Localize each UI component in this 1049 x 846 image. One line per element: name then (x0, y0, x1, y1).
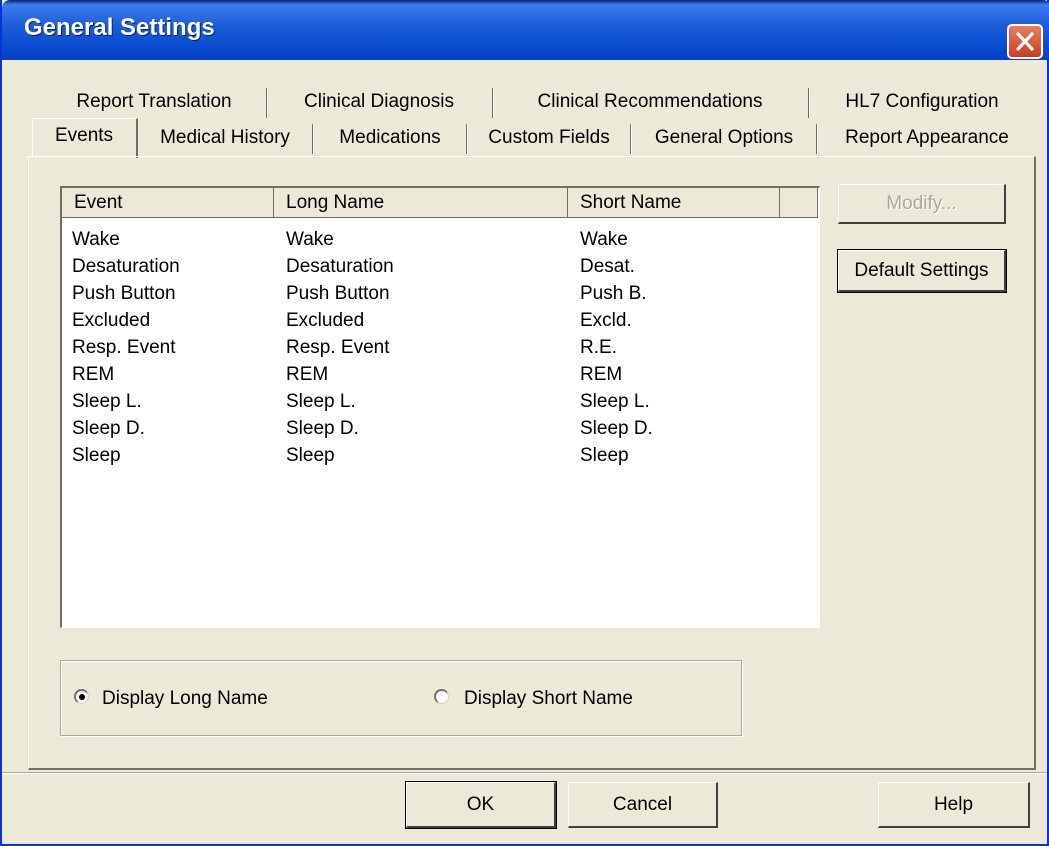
tab-label: Medications (339, 127, 441, 148)
cell-long-name: Excluded (286, 310, 365, 331)
cancel-button[interactable]: Cancel (568, 782, 718, 828)
cell-long-name: Desaturation (286, 256, 394, 277)
cell-event: Excluded (72, 310, 151, 331)
column-header-short-name[interactable]: Short Name (568, 188, 780, 218)
column-header-filler (780, 188, 818, 218)
tab-clinical-recommendations[interactable]: Clinical Recommendations (500, 88, 800, 116)
column-header-label: Event (74, 192, 123, 213)
close-button[interactable] (1007, 24, 1043, 59)
tab-medications[interactable]: Medications (320, 124, 460, 152)
close-icon (1016, 32, 1034, 51)
cell-long-name: Sleep D. (286, 418, 359, 439)
cell-long-name: Wake (286, 229, 334, 250)
tab-separator (630, 124, 632, 154)
tab-report-translation[interactable]: Report Translation (50, 88, 258, 116)
separator-line (2, 772, 1047, 774)
tab-label: Report Appearance (845, 127, 1009, 148)
radio-button-long[interactable] (74, 689, 89, 704)
modify-button-label: Modify... (886, 193, 957, 214)
cell-long-name: Sleep (286, 445, 335, 466)
radio-label-long: Display Long Name (102, 688, 268, 709)
cell-short-name: Desat. (580, 256, 635, 277)
tab-general-options[interactable]: General Options (638, 124, 810, 152)
cell-event: Resp. Event (72, 337, 176, 358)
tab-separator (492, 88, 494, 118)
cell-long-name: Resp. Event (286, 337, 390, 358)
cell-event: Push Button (72, 283, 176, 304)
tab-report-appearance[interactable]: Report Appearance (824, 124, 1030, 152)
cell-event: REM (72, 364, 115, 385)
tab-label: Custom Fields (488, 127, 610, 148)
cell-long-name: Sleep L. (286, 391, 356, 412)
tab-label: Medical History (160, 127, 290, 148)
general-settings-dialog: General Settings Report Translation Clin… (0, 0, 1049, 846)
column-header-label: Long Name (286, 192, 385, 213)
tab-events[interactable]: Events (34, 122, 134, 150)
cell-short-name: Excld. (580, 310, 632, 331)
radio-button-short[interactable] (434, 689, 449, 704)
cell-long-name: REM (286, 364, 329, 385)
cell-event: Sleep L. (72, 391, 142, 412)
column-header-event[interactable]: Event (62, 188, 274, 218)
cell-long-name: Push Button (286, 283, 390, 304)
tab-separator (808, 88, 810, 118)
cell-short-name: REM (580, 364, 623, 385)
ok-button-label: OK (466, 794, 495, 815)
cell-short-name: Sleep L. (580, 391, 650, 412)
cell-short-name: R.E. (580, 337, 617, 358)
ok-button[interactable]: OK (405, 781, 557, 829)
cell-event: Sleep (72, 445, 121, 466)
title-bar[interactable]: General Settings (2, 0, 1049, 60)
cell-event: Wake (72, 229, 120, 250)
cell-short-name: Sleep (580, 445, 629, 466)
tab-label: HL7 Configuration (845, 91, 999, 112)
tab-separator (312, 124, 314, 154)
cell-short-name: Push B. (580, 283, 647, 304)
help-button[interactable]: Help (878, 782, 1030, 828)
tab-label: Clinical Recommendations (537, 91, 763, 112)
tab-label: Events (54, 125, 114, 146)
modify-button[interactable]: Modify... (838, 184, 1006, 224)
tab-clinical-diagnosis[interactable]: Clinical Diagnosis (274, 88, 484, 116)
default-settings-button-label: Default Settings (854, 260, 989, 281)
radio-label-short: Display Short Name (464, 688, 633, 709)
tab-label: Report Translation (76, 91, 232, 112)
window-title: General Settings (24, 14, 215, 41)
help-button-label: Help (933, 794, 974, 815)
tab-custom-fields[interactable]: Custom Fields (474, 124, 624, 152)
cancel-button-label: Cancel (612, 794, 673, 815)
tab-medical-history[interactable]: Medical History (144, 124, 306, 152)
cell-event: Sleep D. (72, 418, 145, 439)
tab-label: General Options (654, 127, 794, 148)
tab-separator (466, 124, 468, 154)
cell-event: Desaturation (72, 256, 180, 277)
tab-label: Clinical Diagnosis (304, 91, 454, 112)
default-settings-button[interactable]: Default Settings (837, 249, 1007, 293)
column-header-long-name[interactable]: Long Name (274, 188, 568, 218)
tab-hl7-configuration[interactable]: HL7 Configuration (816, 88, 1028, 116)
events-list[interactable]: Event Long Name Short Name Wake Wake Wak… (60, 186, 820, 628)
cell-short-name: Sleep D. (580, 418, 653, 439)
column-header-label: Short Name (580, 192, 682, 213)
tab-separator (816, 124, 818, 154)
cell-short-name: Wake (580, 229, 628, 250)
tab-separator (266, 88, 268, 118)
radio-selected-dot (79, 694, 85, 700)
